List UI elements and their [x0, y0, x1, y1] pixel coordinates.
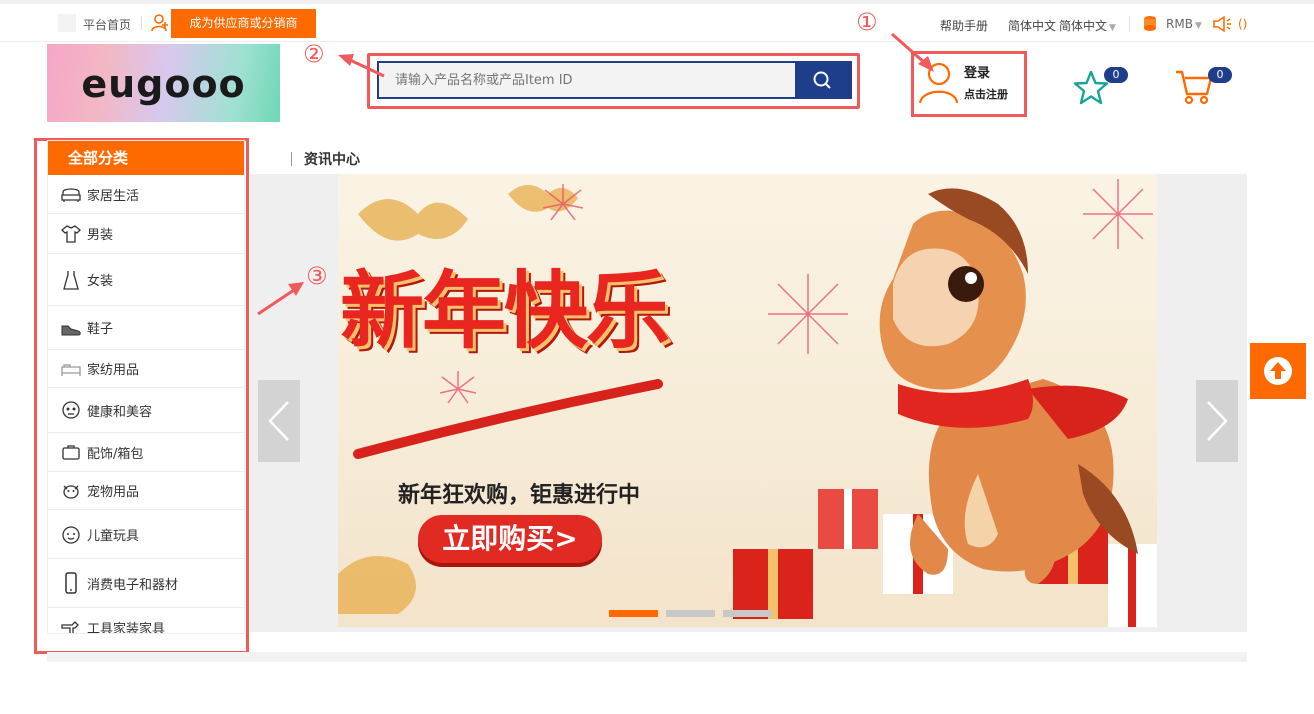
arrow-up-icon: [1264, 357, 1292, 385]
platform-home-link[interactable]: 平台首页: [83, 16, 131, 33]
banner-subtitle: 新年狂欢购，钜惠进行中: [398, 483, 641, 508]
language-select[interactable]: 简体中文 ▼: [1059, 17, 1116, 34]
notice-count[interactable]: (): [1238, 17, 1247, 31]
category-item-accessories-bags[interactable]: 配饰/箱包: [48, 433, 244, 472]
logo-text: eugooo: [81, 62, 246, 106]
divider: [1129, 17, 1130, 31]
category-label: 消费电子和器材: [87, 577, 179, 593]
annotation-arrow: [257, 282, 304, 316]
site-logo[interactable]: eugooo: [47, 44, 280, 122]
search-input[interactable]: [379, 63, 799, 97]
category-label: 女装: [87, 274, 114, 289]
phone-icon: [65, 572, 77, 594]
category-item-health-beauty[interactable]: 健康和美容: [48, 388, 244, 433]
tool-icon: [61, 620, 79, 633]
banner-dot-3[interactable]: [723, 610, 772, 617]
language-select-value: 简体中文: [1059, 19, 1108, 33]
banner-next-button[interactable]: [1196, 380, 1238, 462]
category-item-womenswear[interactable]: 女装: [48, 254, 244, 306]
back-to-top-button[interactable]: [1250, 343, 1306, 399]
divider: [291, 152, 292, 166]
speaker-notice-icon[interactable]: [1212, 15, 1232, 33]
banner-dot-1[interactable]: [609, 610, 658, 617]
banner-buy-now-button[interactable]: 立即购买>: [418, 515, 602, 563]
currency-select-value: RMB: [1166, 17, 1193, 31]
sofa-icon: [61, 188, 81, 202]
banner-pagination: [609, 610, 869, 617]
currency-coin-icon: [1144, 16, 1156, 31]
home-icon[interactable]: [58, 14, 76, 32]
bedding-icon: [61, 363, 81, 376]
currency-select[interactable]: RMB ▼: [1166, 17, 1202, 31]
category-item-menswear[interactable]: 男装: [48, 214, 244, 254]
chevron-right-icon: [1207, 401, 1228, 441]
category-label: 儿童玩具: [87, 528, 140, 544]
category-label: 宠物用品: [87, 485, 140, 500]
category-label: 家居生活: [87, 188, 140, 204]
category-label: 鞋子: [87, 322, 114, 337]
login-link[interactable]: 登录: [964, 62, 990, 81]
category-label: 工具家装家具: [87, 622, 166, 634]
annotation-number: ①: [856, 8, 878, 36]
favorites-count-badge: 0: [1104, 67, 1128, 83]
category-label: 男装: [87, 228, 114, 243]
baby-icon: [62, 526, 80, 544]
banner-title: 新年快乐: [340, 261, 670, 360]
search-icon: [813, 71, 831, 89]
pet-icon: [63, 484, 79, 499]
category-item-home[interactable]: 家居生活: [48, 175, 244, 214]
annotation-number: ③: [306, 262, 328, 290]
annotation-arrow: [338, 54, 385, 78]
shoe-icon: [61, 325, 81, 335]
search-button[interactable]: [795, 63, 850, 97]
divider: [141, 16, 142, 30]
become-supplier-button[interactable]: 成为供应商或分销商: [171, 9, 316, 38]
category-panel: 全部分类 家居生活 男装 女装 鞋子 家纺用品 健康和美容 配饰/箱包 宠物用品…: [47, 140, 245, 634]
shirt-icon: [61, 224, 81, 243]
chevron-down-icon: ▼: [1194, 21, 1202, 31]
category-item-kids-toys[interactable]: 儿童玩具: [48, 510, 244, 559]
category-item-electronics[interactable]: 消费电子和器材: [48, 559, 244, 608]
search-bar: [377, 61, 852, 99]
language-label: 简体中文: [1008, 19, 1057, 33]
banner-dot-2[interactable]: [666, 610, 715, 617]
user-add-icon: [151, 14, 168, 32]
section-divider: [47, 652, 1247, 662]
category-header[interactable]: 全部分类: [48, 141, 244, 175]
annotation-number: ②: [303, 40, 325, 68]
promo-banner[interactable]: 新年快乐 新年狂欢购，钜惠进行中 立即购买>: [338, 174, 1157, 627]
category-label: 家纺用品: [87, 363, 140, 378]
face-icon: [62, 401, 80, 419]
help-manual-link[interactable]: 帮助手册: [940, 17, 988, 34]
news-center-label: 资讯中心: [304, 152, 360, 168]
chevron-down-icon: ▼: [1109, 23, 1116, 33]
bag-icon: [62, 445, 80, 460]
cart-count-badge: 0: [1208, 67, 1232, 83]
news-center-tab[interactable]: 资讯中心: [291, 149, 360, 169]
category-item-tools-furniture[interactable]: 工具家装家具: [48, 608, 244, 634]
category-item-pet-supplies[interactable]: 宠物用品: [48, 472, 244, 510]
register-link[interactable]: 点击注册: [964, 86, 1008, 102]
category-label: 健康和美容: [87, 404, 153, 420]
banner-prev-button[interactable]: [258, 380, 300, 462]
annotation-arrow: [891, 32, 934, 72]
dress-icon: [63, 270, 79, 290]
category-item-bedding[interactable]: 家纺用品: [48, 350, 244, 388]
category-label: 配饰/箱包: [87, 446, 144, 462]
category-item-shoes[interactable]: 鞋子: [48, 306, 244, 350]
top-bar: 平台首页 成为供应商或分销商 帮助手册 简体中文 简体中文 ▼ RMB ▼ (): [0, 0, 1314, 42]
chevron-left-icon: [268, 401, 289, 441]
